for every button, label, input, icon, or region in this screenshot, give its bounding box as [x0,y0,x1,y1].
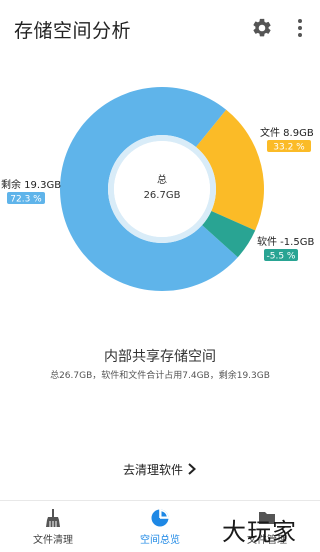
center-label: 总 [157,173,167,186]
slice-label: 剩余 19.3GB [1,178,61,191]
storage-title: 内部共享存储空间 [104,349,216,365]
page-title: 存储空间分析 [14,20,132,42]
broom-icon [46,508,60,527]
watermark-logo: 大玩家 [222,518,297,546]
percent-label: 33.2 % [273,143,305,153]
clean-apps-button[interactable]: 去清理软件 [100,458,220,480]
storage-subtitle: 总26.7GB，软件和文件合计占用7.4GB，剩余19.3GB [50,371,270,381]
gear-icon[interactable] [251,17,273,39]
chevron-right-icon [188,463,196,475]
storage-donut-chart: 总 26.7GB 剩余 19.3GB 72.3 % 文件 8.9GB 33.2 % 软件 -… [1,86,314,291]
nav-space-overview[interactable]: 空间总览 [107,501,213,552]
clean-apps-label: 去清理软件 [122,462,183,477]
nav-label: 空间总览 [140,534,180,546]
pie-chart-icon [151,509,169,526]
slice-label: 文件 8.9GB [260,126,314,139]
slice-label: 软件 -1.5GB [257,235,314,248]
percent-label: -5.5 % [267,252,296,262]
app-bar: 存储空间分析 [0,0,320,56]
center-value: 26.7GB [144,190,181,201]
nav-file-clean[interactable]: 文件清理 [0,501,106,552]
donut-center [114,141,210,237]
more-vert-icon[interactable] [291,17,309,39]
percent-label: 72.3 % [10,195,42,205]
nav-label: 文件清理 [33,534,73,546]
